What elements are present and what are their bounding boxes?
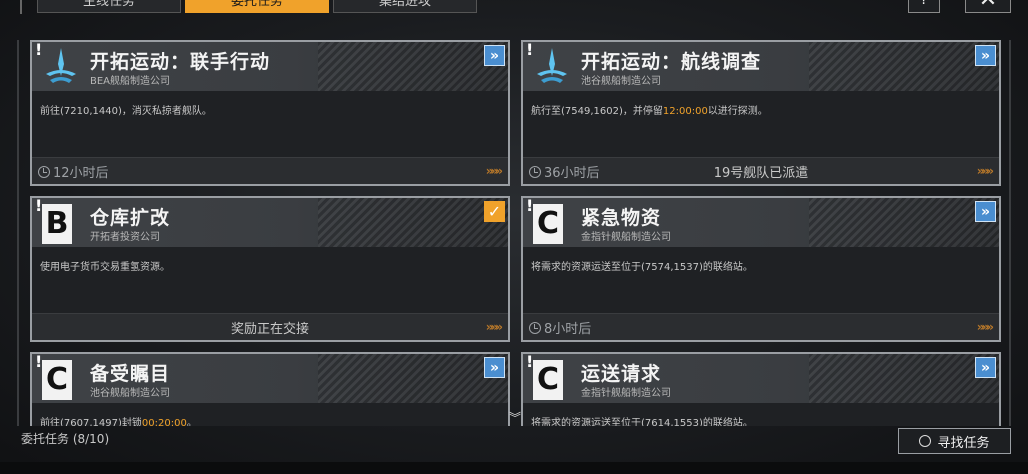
card-header: ! C 备受瞩目 池谷舰船制造公司 »	[32, 354, 508, 403]
refresh-search-icon	[919, 435, 932, 447]
time-remaining: 12小时后	[38, 162, 109, 181]
card-title: 仓库扩改	[90, 207, 171, 229]
time-remaining: 8小时后	[529, 318, 591, 337]
card-company: 池谷舰船制造公司	[581, 76, 661, 87]
mission-card-3[interactable]: ! B 仓库扩改 开拓者投资公司 ✓ 使用电子货币交易重氢资源。 奖励正在交接 …	[30, 196, 510, 342]
card-header: ! 开拓运动：航线调查 池谷舰船制造公司 »	[523, 42, 999, 91]
card-description: 将需求的资源运送至位于(7614,1553)的联络站。	[531, 418, 753, 426]
go-arrows-icon[interactable]: »»»	[486, 320, 503, 334]
rank-badge: B	[42, 204, 72, 244]
checkmark-icon[interactable]: ✓	[484, 201, 505, 222]
time-label: 12小时后	[53, 166, 109, 181]
desc-text-end: 。	[186, 418, 197, 426]
card-title: 开拓运动：航线调查	[581, 51, 762, 73]
card-footer: 8小时后 »»»	[523, 313, 999, 340]
card-company: 池谷舰船制造公司	[90, 388, 170, 399]
card-header: ! C 紧急物资 金指针舰船制造公司 »	[523, 198, 999, 247]
mission-card-2[interactable]: ! 开拓运动：航线调查 池谷舰船制造公司 » 航行至(7549,1602)，并停…	[521, 40, 1001, 186]
rank-badge: C	[533, 204, 563, 244]
clock-icon	[38, 165, 50, 178]
expand-icon[interactable]: »	[484, 45, 505, 66]
card-header: ! 开拓运动：联手行动 BEA舰船制造公司 »	[32, 42, 508, 91]
desc-text-end: 以进行探测。	[707, 106, 768, 117]
card-description: 航行至(7549,1602)，并停留12:00:00以进行探测。	[531, 102, 768, 117]
reward-status: 奖励正在交接	[230, 322, 309, 337]
card-title: 备受瞩目	[90, 363, 171, 385]
clock-icon	[529, 321, 541, 334]
help-button[interactable]: ?	[908, 0, 940, 13]
tab-main-missions[interactable]: 主线任务	[37, 0, 181, 13]
mission-card-4[interactable]: ! C 紧急物资 金指针舰船制造公司 » 将需求的资源运送至位于(7574,15…	[521, 196, 1001, 342]
mission-card-6[interactable]: ! C 运送请求 金指针舰船制造公司 » 将需求的资源运送至位于(7614,15…	[521, 352, 1001, 426]
scroll-down-icon[interactable]: ︾	[509, 409, 521, 426]
fleet-status: 19号舰队已派遣	[713, 166, 809, 181]
card-footer: 12小时后 »»»	[32, 157, 508, 184]
go-arrows-icon[interactable]: »»»	[977, 320, 994, 334]
desc-text: 航行至(7549,1602)，并停留	[531, 106, 663, 117]
tab-commission-missions[interactable]: 委托任务	[185, 0, 329, 13]
mission-count: 委托任务 (8/10)	[21, 432, 110, 446]
card-footer: 奖励正在交接 »»»	[32, 313, 508, 340]
card-description: 使用电子货币交易重氢资源。	[40, 262, 170, 273]
rank-badge: C	[533, 360, 563, 400]
mission-card-1[interactable]: ! 开拓运动：联手行动 BEA舰船制造公司 » 前往(7210,1440)，消灭…	[30, 40, 510, 186]
card-title: 紧急物资	[581, 207, 662, 229]
pioneer-emblem-icon	[40, 46, 82, 88]
card-header: ! B 仓库扩改 开拓者投资公司 ✓	[32, 198, 508, 247]
card-description: 将需求的资源运送至位于(7574,1537)的联络站。	[531, 262, 753, 273]
scroll-track-right[interactable]	[1009, 40, 1011, 426]
go-arrows-icon[interactable]: »»»	[486, 164, 503, 178]
tab-assault[interactable]: 集结进攻	[333, 0, 477, 13]
card-company: 开拓者投资公司	[90, 232, 160, 243]
card-company: 金指针舰船制造公司	[581, 232, 671, 243]
pioneer-emblem-icon	[531, 46, 573, 88]
card-title: 开拓运动：联手行动	[90, 51, 271, 73]
desc-text: 前往(7607,1497)封锁	[40, 418, 142, 426]
go-arrows-icon[interactable]: »»»	[977, 164, 994, 178]
close-button[interactable]: ✕	[965, 0, 1011, 13]
mission-card-5[interactable]: ! C 备受瞩目 池谷舰船制造公司 » 前往(7607,1497)封锁00:20…	[30, 352, 510, 426]
desc-highlight-time: 12:00:00	[662, 106, 708, 117]
rank-badge: C	[42, 360, 72, 400]
expand-icon[interactable]: »	[975, 357, 996, 378]
card-description: 前往(7607,1497)封锁00:20:00。	[40, 414, 197, 426]
card-footer: 36小时后 19号舰队已派遣 »»»	[523, 157, 999, 184]
card-header: ! C 运送请求 金指针舰船制造公司 »	[523, 354, 999, 403]
card-description: 前往(7210,1440)，消灭私掠者舰队。	[40, 106, 212, 117]
find-mission-label: 寻找任务	[937, 435, 990, 451]
find-mission-button[interactable]: 寻找任务	[898, 428, 1011, 454]
scroll-track-left	[17, 40, 19, 426]
desc-highlight-time: 00:20:00	[141, 418, 187, 426]
back-button[interactable]	[0, 0, 22, 14]
expand-icon[interactable]: »	[484, 357, 505, 378]
bottom-strip	[0, 462, 1028, 474]
expand-icon[interactable]: »	[975, 45, 996, 66]
tab-bar: 主线任务 委托任务 集结进攻	[37, 0, 477, 13]
card-company: BEA舰船制造公司	[90, 76, 171, 87]
card-title: 运送请求	[581, 363, 662, 385]
expand-icon[interactable]: »	[975, 201, 996, 222]
time-label: 8小时后	[544, 322, 592, 337]
card-company: 金指针舰船制造公司	[581, 388, 671, 399]
